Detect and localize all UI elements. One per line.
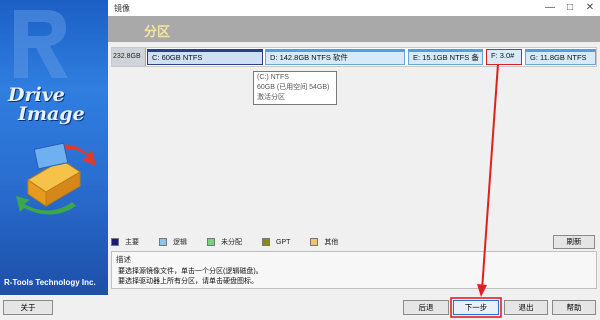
- legend-swatch: [207, 238, 215, 246]
- next-button[interactable]: 下一步: [453, 300, 499, 315]
- partition-g[interactable]: G: 11.8GB NTFS: [525, 49, 596, 65]
- legend-item-unallocated: 未分配: [207, 237, 242, 247]
- legend-label: 未分配: [221, 239, 242, 246]
- title-bar: 镜像 — □ ✕: [108, 0, 600, 16]
- legend-swatch: [262, 238, 270, 246]
- legend-item-gpt: GPT: [262, 238, 290, 246]
- refresh-button[interactable]: 刷新: [553, 235, 595, 249]
- drive-image-window: Drive Image R-Tools Technology Inc. 镜像 —…: [0, 0, 600, 320]
- partition-label: C: 60GB NTFS: [152, 53, 203, 62]
- product-name: Drive Image: [8, 86, 85, 124]
- partition-legend: 主要 逻辑 未分配 GPT 其他: [111, 235, 358, 249]
- partition-label: F: 3.0#: [491, 51, 515, 60]
- partition-d[interactable]: D: 142.8GB NTFS 软件: [265, 49, 405, 65]
- legend-label: 主要: [125, 239, 139, 246]
- tooltip-line-1: (C:) NTFS: [257, 74, 289, 81]
- product-banner: Drive Image R-Tools Technology Inc.: [0, 0, 108, 295]
- company-name: R-Tools Technology Inc.: [4, 278, 96, 287]
- partition-label: E: 15.1GB NTFS 备: [413, 53, 479, 62]
- about-button[interactable]: 关于: [3, 300, 53, 315]
- partition-c[interactable]: C: 60GB NTFS: [147, 49, 263, 65]
- disk-image-art-icon: [16, 142, 96, 215]
- disk-size-label: 232.8GB: [113, 53, 141, 60]
- description-line-1: 要选择源镜像文件，单击一个分区(逻辑磁盘)。: [118, 268, 263, 275]
- disk-map: 232.8GB C: 60GB NTFS D: 142.8GB NTFS 软件 …: [111, 47, 597, 67]
- partition-tooltip: (C:) NTFS 60GB (已用空间 54GB) 激活分区: [253, 71, 337, 105]
- partition-label: D: 142.8GB NTFS 软件: [270, 53, 348, 62]
- description-panel: 描述 要选择源镜像文件，单击一个分区(逻辑磁盘)。 要选择驱动器上所有分区，请单…: [111, 251, 597, 289]
- legend-item-primary: 主要: [111, 237, 139, 247]
- tooltip-line-2: 60GB (已用空间 54GB): [257, 84, 330, 91]
- legend-swatch: [310, 238, 319, 246]
- help-button[interactable]: 帮助: [552, 300, 596, 315]
- r-logo-icon: [14, 10, 68, 78]
- legend-label: GPT: [276, 238, 291, 246]
- window-title: 镜像: [114, 4, 130, 13]
- legend-label: 逻辑: [173, 239, 187, 246]
- close-icon[interactable]: ✕: [580, 0, 600, 16]
- description-title: 描述: [116, 255, 131, 264]
- partition-f[interactable]: F: 3.0#: [486, 49, 522, 65]
- partition-e[interactable]: E: 15.1GB NTFS 备: [408, 49, 483, 65]
- partition-label: G: 11.8GB NTFS: [530, 53, 587, 62]
- description-line-2: 要选择驱动器上所有分区，请单击硬盘图标。: [118, 278, 258, 285]
- step-header: 分区: [108, 16, 600, 42]
- hard-disk-icon[interactable]: 232.8GB: [112, 48, 146, 66]
- legend-swatch: [159, 238, 167, 246]
- product-line-2: Image: [18, 103, 85, 125]
- exit-button[interactable]: 退出: [504, 300, 548, 315]
- legend-label: 其他: [324, 239, 339, 246]
- minimize-icon[interactable]: —: [540, 0, 560, 16]
- legend-item-logical: 逻辑: [159, 237, 187, 247]
- tooltip-line-3: 激活分区: [257, 94, 285, 101]
- step-title: 分区: [144, 24, 171, 39]
- legend-swatch: [111, 238, 119, 246]
- legend-item-other: 其他: [310, 237, 338, 247]
- maximize-icon[interactable]: □: [560, 0, 580, 16]
- back-button[interactable]: 后退: [403, 300, 449, 315]
